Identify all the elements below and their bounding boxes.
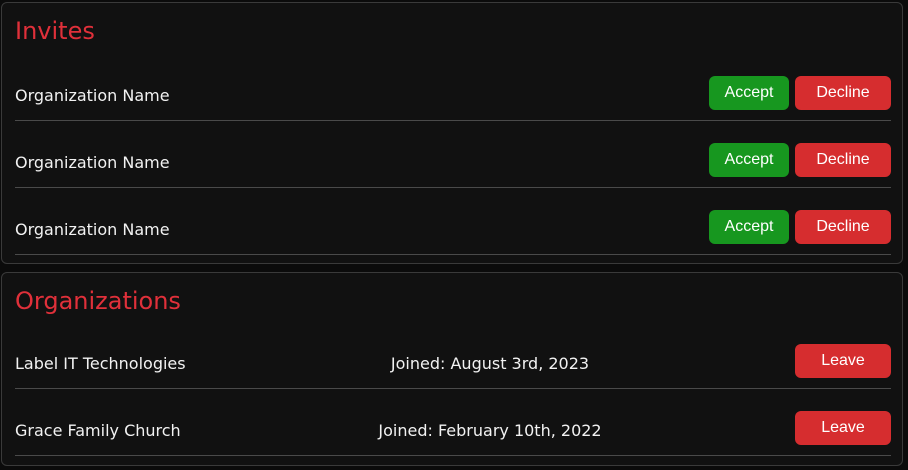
invite-org-name: Organization Name [15, 220, 170, 239]
accept-button[interactable]: Accept [709, 210, 789, 244]
invite-row: Organization Name Accept Decline [15, 73, 891, 121]
invite-org-name: Organization Name [15, 153, 170, 172]
decline-button[interactable]: Decline [795, 210, 891, 244]
invites-panel: Invites Organization Name Accept Decline… [1, 2, 903, 264]
joined-date: Joined: August 3rd, 2023 [390, 354, 590, 373]
invite-org-name: Organization Name [15, 86, 170, 105]
organization-row: Label IT Technologies Joined: August 3rd… [15, 341, 891, 389]
accept-button[interactable]: Accept [709, 76, 789, 110]
invite-row: Organization Name Accept Decline [15, 140, 891, 188]
organizations-panel: Organizations Label IT Technologies Join… [1, 272, 903, 466]
decline-button[interactable]: Decline [795, 143, 891, 177]
decline-button[interactable]: Decline [795, 76, 891, 110]
leave-button[interactable]: Leave [795, 411, 891, 445]
organization-row: Grace Family Church Joined: February 10t… [15, 408, 891, 456]
accept-button[interactable]: Accept [709, 143, 789, 177]
joined-date: Joined: February 10th, 2022 [378, 421, 602, 440]
invites-title: Invites [15, 17, 95, 45]
leave-button[interactable]: Leave [795, 344, 891, 378]
organizations-title: Organizations [15, 287, 181, 315]
invite-row: Organization Name Accept Decline [15, 207, 891, 255]
